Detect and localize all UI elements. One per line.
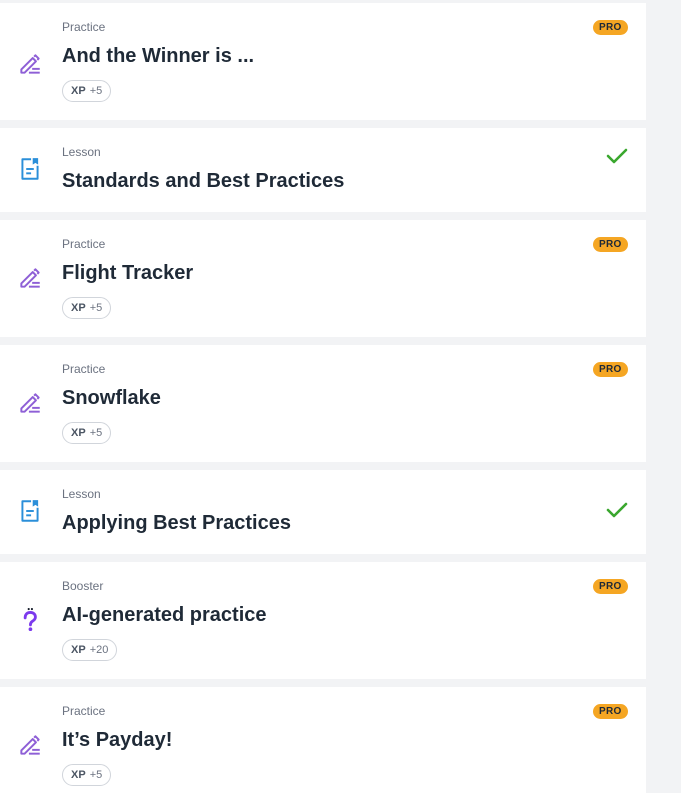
pro-badge: PRO — [593, 237, 628, 252]
list-item[interactable]: Practice And the Winner is ... XP +5 PRO — [0, 3, 646, 120]
list-item[interactable]: Practice Flight Tracker XP +5 PRO — [0, 220, 646, 337]
xp-value: +20 — [89, 644, 109, 656]
item-title[interactable]: Applying Best Practices — [62, 512, 291, 535]
xp-label: XP — [71, 85, 86, 97]
lesson-icon — [21, 158, 39, 180]
xp-value: +5 — [89, 85, 103, 97]
pro-badge: PRO — [593, 704, 628, 719]
pro-badge: PRO — [593, 579, 628, 594]
xp-label: XP — [71, 427, 86, 439]
item-type-label: Lesson — [62, 487, 101, 501]
item-title[interactable]: Flight Tracker — [62, 262, 193, 285]
item-type-label: Practice — [62, 704, 106, 718]
item-title[interactable]: It’s Payday! — [62, 729, 172, 752]
lesson-icon — [21, 500, 39, 522]
list-item[interactable]: Lesson Applying Best Practices — [0, 470, 646, 554]
pencil-icon — [20, 393, 40, 413]
xp-label: XP — [71, 302, 86, 314]
item-title[interactable]: Snowflake — [62, 387, 161, 410]
pencil-icon — [20, 54, 40, 74]
xp-badge: XP +5 — [62, 764, 112, 786]
pro-badge: PRO — [593, 20, 628, 35]
list-item[interactable]: Practice Snowflake XP +5 PRO — [0, 345, 646, 462]
item-type-label: Practice — [62, 20, 106, 34]
item-title[interactable]: AI-generated practice — [62, 604, 267, 627]
list-item[interactable]: Booster AI-generated practice XP +20 PRO — [0, 562, 646, 679]
xp-badge: XP +5 — [62, 422, 112, 444]
list-item[interactable]: Lesson Standards and Best Practices — [0, 128, 646, 212]
xp-label: XP — [71, 644, 86, 656]
xp-badge: XP +5 — [62, 80, 112, 102]
question-icon — [23, 607, 37, 632]
item-type-label: Lesson — [62, 145, 101, 159]
check-icon — [606, 148, 628, 164]
xp-badge: XP +20 — [62, 639, 118, 661]
xp-value: +5 — [89, 427, 103, 439]
list-item[interactable]: Practice It’s Payday! XP +5 PRO — [0, 687, 646, 793]
item-title[interactable]: And the Winner is ... — [62, 45, 254, 68]
pro-badge: PRO — [593, 362, 628, 377]
xp-value: +5 — [89, 769, 103, 781]
pencil-icon — [20, 268, 40, 288]
pencil-icon — [20, 735, 40, 755]
item-title[interactable]: Standards and Best Practices — [62, 170, 344, 193]
xp-value: +5 — [89, 302, 103, 314]
xp-badge: XP +5 — [62, 297, 112, 319]
xp-label: XP — [71, 769, 86, 781]
item-type-label: Practice — [62, 237, 106, 251]
item-type-label: Booster — [62, 579, 104, 593]
check-icon — [606, 502, 628, 518]
item-type-label: Practice — [62, 362, 106, 376]
